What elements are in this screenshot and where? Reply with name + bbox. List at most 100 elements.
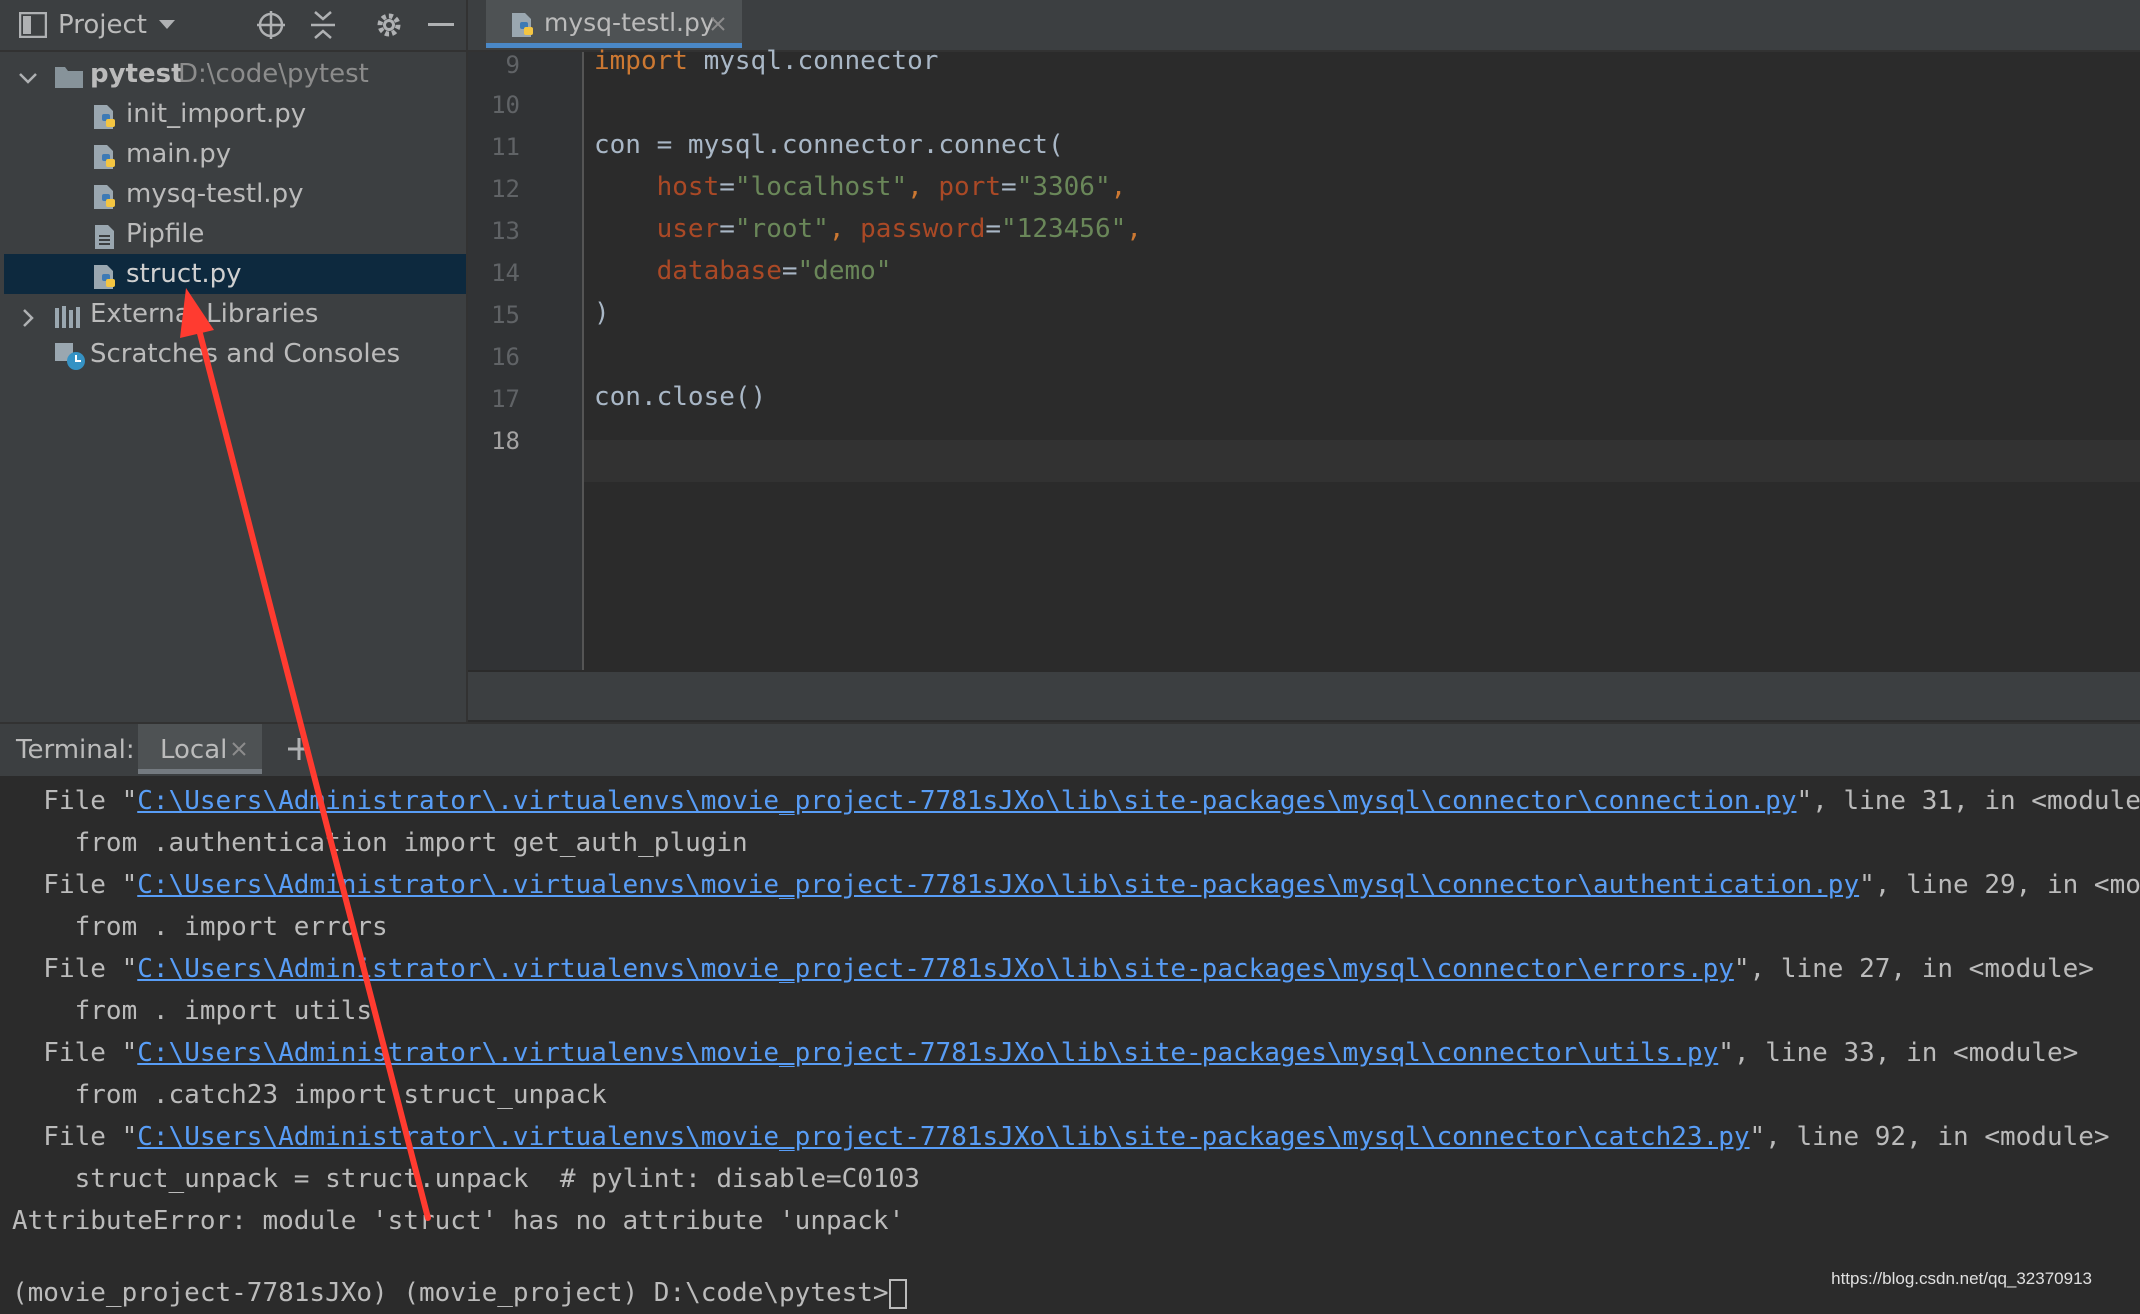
terminal-text: File " [12,870,137,900]
code-text: con = mysql.connector.connect( [594,130,1064,160]
file-link[interactable]: C:\Users\Administrator\.virtualenvs\movi… [137,786,1796,816]
external-libraries-label: External Libraries [90,294,318,334]
code-text: mysql.connector [688,46,938,76]
file-label: init_import.py [126,94,306,134]
terminal-line: File "C:\Users\Administrator\.virtualenv… [12,1116,2110,1158]
tree-scratches-consoles[interactable]: Scratches and Consoles [4,334,466,374]
terminal-error-line: AttributeError: module 'struct' has no a… [12,1200,904,1242]
tree-file-mysq-testl[interactable]: mysq-testl.py [4,174,466,214]
terminal-line: File "C:\Users\Administrator\.virtualenv… [12,864,2140,906]
terminal-line: from .catch23 import struct_unpack [12,1074,607,1116]
python-file-icon [510,12,536,38]
line-number: 15 [480,294,520,336]
terminal-prompt-text: (movie_project-7781sJXo) (movie_project)… [12,1278,889,1308]
terminal-output[interactable]: File "C:\Users\Administrator\.virtualenv… [0,776,2140,1297]
terminal-text: File " [12,1122,137,1152]
file-link[interactable]: C:\Users\Administrator\.virtualenvs\movi… [137,870,1859,900]
code-line-9: import mysql.connector [594,40,938,82]
python-file-icon [92,182,118,208]
root-folder-name: pytest [90,54,184,94]
close-icon[interactable] [230,740,248,758]
code-string: "localhost" [735,172,907,202]
python-file-icon [92,102,118,128]
line-number: 9 [480,44,520,86]
terminal-prompt[interactable]: (movie_project-7781sJXo) (movie_project)… [12,1272,907,1314]
terminal-text: File " [12,1038,137,1068]
terminal-line: struct_unpack = struct.unpack # pylint: … [12,1158,920,1200]
project-toolbar: Project [0,0,466,52]
code-keyword: import [594,46,688,76]
close-icon[interactable] [708,14,728,34]
python-file-icon [92,142,118,168]
file-label: mysq-testl.py [126,174,303,214]
library-icon [54,302,84,328]
project-view-title[interactable]: Project [58,8,147,42]
editor-tab-label: mysq-testl.py [544,6,715,40]
code-line-15: ) [594,292,610,334]
line-number: 12 [480,168,520,210]
file-link[interactable]: C:\Users\Administrator\.virtualenvs\movi… [137,1122,1749,1152]
terminal-tab-label: Local [160,733,227,767]
line-number: 16 [480,336,520,378]
code-text: con.close() [594,382,766,412]
gear-icon[interactable] [372,8,406,42]
terminal-line: File "C:\Users\Administrator\.virtualenv… [12,948,2094,990]
file-link[interactable]: C:\Users\Administrator\.virtualenvs\movi… [137,1038,1718,1068]
line-number: 11 [480,126,520,168]
terminal-text: ", line 27, in <module> [1734,954,2094,984]
tree-file-main[interactable]: main.py [4,134,466,174]
file-label: main.py [126,134,231,174]
terminal-tab-local[interactable]: Local [138,724,262,774]
tree-file-struct[interactable]: struct.py [4,254,466,294]
minimize-icon[interactable] [424,8,458,42]
terminal-text: File " [12,954,137,984]
terminal-cursor [889,1279,907,1309]
terminal-text: ", line 92, in <module> [1750,1122,2110,1152]
line-number: 17 [480,378,520,420]
code-string: "root" [735,214,829,244]
tree-external-libraries[interactable]: External Libraries [4,294,466,334]
plus-icon[interactable] [286,736,312,762]
code-param: user [657,214,720,244]
tree-file-init-import[interactable]: init_import.py [4,94,466,134]
terminal-header: Terminal: Local [0,722,2140,776]
terminal-text: ", line 31, in <module> [1797,786,2140,816]
code-editor[interactable]: 9 10 11 12 13 14 15 16 17 18 import mysq… [468,52,2140,720]
terminal-line: File "C:\Users\Administrator\.virtualenv… [12,780,2140,822]
python-file-icon [92,262,118,288]
terminal-line: from . import utils [12,990,372,1032]
chevron-down-icon[interactable] [16,62,40,86]
line-number-current: 18 [480,420,520,462]
code-param: password [860,214,985,244]
collapse-icon[interactable] [306,8,340,42]
terminal-line: from .authentication import get_auth_plu… [12,822,748,864]
code-string: "3306" [1017,172,1111,202]
code-string: "123456" [1001,214,1126,244]
current-line-highlight [584,440,2140,482]
scratches-icon [54,342,88,368]
tree-file-pipfile[interactable]: Pipfile [4,214,466,254]
root-folder-path: D:\code\pytest [178,54,369,94]
code-line-14: database="demo" [594,250,891,292]
folder-icon [54,62,84,88]
code-text: ) [594,298,610,328]
line-number-gutter: 9 10 11 12 13 14 15 16 17 18 [468,52,584,670]
code-line-11: con = mysql.connector.connect( [594,124,1064,166]
terminal-text: ", line 29, in <module> [1859,870,2140,900]
editor-bottom-strip [468,672,2140,720]
watermark: https://blog.csdn.net/qq_32370913 [1831,1269,2092,1289]
terminal-text: ", line 33, in <module> [1718,1038,2078,1068]
file-link[interactable]: C:\Users\Administrator\.virtualenvs\movi… [137,954,1734,984]
code-line-13: user="root", password="123456", [594,208,1142,250]
tree-root-pytest[interactable]: pytest D:\code\pytest [4,54,466,94]
line-number: 10 [480,84,520,126]
dropdown-icon[interactable] [150,8,184,42]
project-window-icon[interactable] [16,8,50,42]
locate-icon[interactable] [254,8,288,42]
code-line-17: con.close() [594,376,766,418]
code-line-12: host="localhost", port="3306", [594,166,1126,208]
file-label: struct.py [126,254,242,294]
terminal-line: File "C:\Users\Administrator\.virtualenv… [12,1032,2078,1074]
code-param: port [938,172,1001,202]
chevron-right-icon[interactable] [16,302,40,326]
